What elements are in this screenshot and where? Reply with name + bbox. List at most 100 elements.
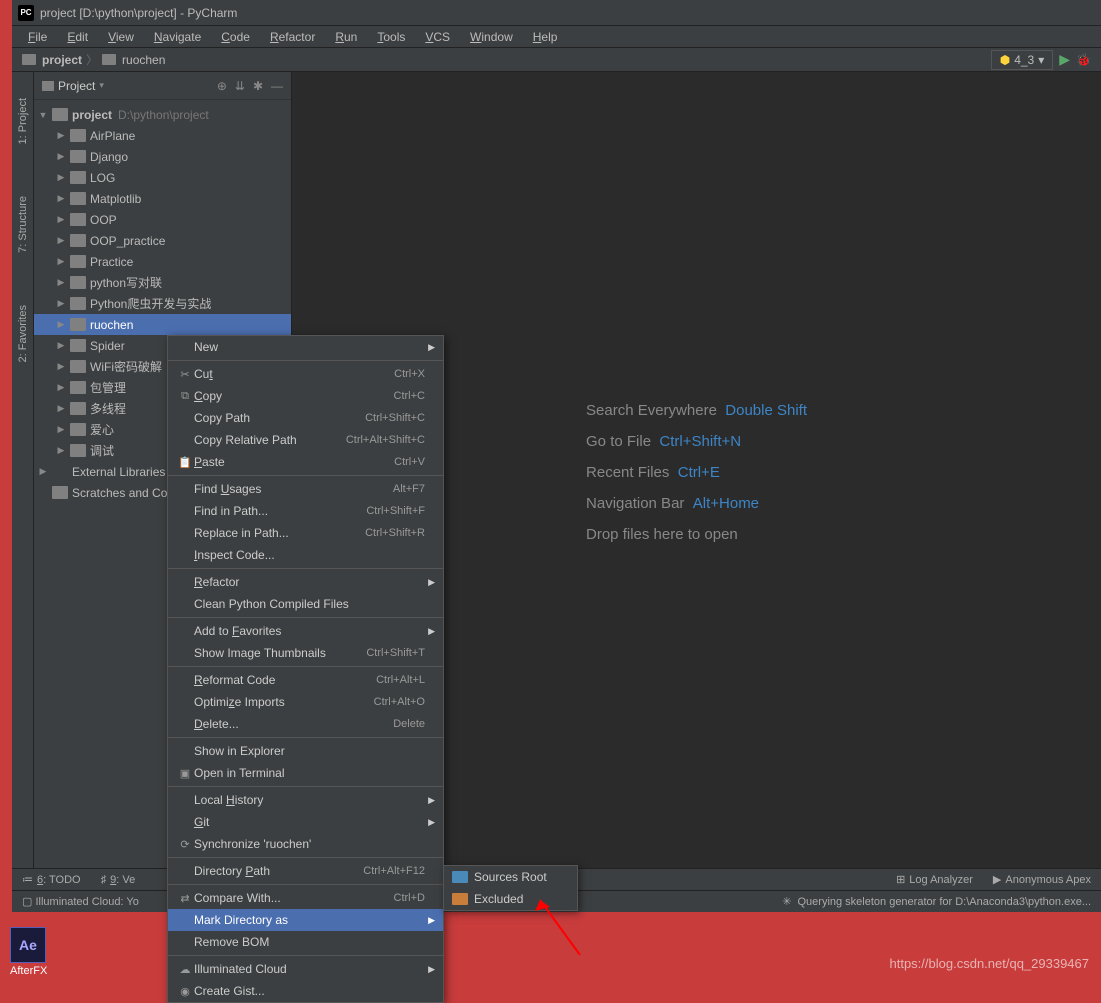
menu-item-cut[interactable]: ✂CutCtrl+X [168, 363, 443, 385]
menu-item-find-in-path-[interactable]: Find in Path...Ctrl+Shift+F [168, 500, 443, 522]
mark-directory-submenu[interactable]: Sources RootExcluded [443, 865, 578, 911]
menu-item-new[interactable]: New▶ [168, 336, 443, 358]
expand-arrow-icon[interactable] [56, 361, 66, 372]
submenu-arrow-icon: ▶ [425, 795, 435, 806]
menu-item-remove-bom[interactable]: Remove BOM [168, 931, 443, 953]
menu-item-inspect-code-[interactable]: Inspect Code... [168, 544, 443, 566]
menu-view[interactable]: View [100, 28, 142, 46]
tree-item[interactable]: Practice [34, 251, 291, 272]
tree-item[interactable]: Python爬虫开发与实战 [34, 293, 291, 314]
expand-arrow-icon[interactable] [56, 403, 66, 414]
breadcrumb[interactable]: project 〉 ruochen [22, 51, 165, 68]
tree-item[interactable]: OOP_practice [34, 230, 291, 251]
tool-tab[interactable]: 7: Structure [15, 190, 31, 259]
menu-item-local-history[interactable]: Local History▶ [168, 789, 443, 811]
bottom-tab[interactable]: ♯ 9: Ve [101, 874, 136, 886]
menu-item-label: Mark Directory as [194, 913, 425, 927]
tool-tab[interactable]: 1: Project [15, 92, 31, 150]
context-menu[interactable]: New▶ ✂CutCtrl+X⧉CopyCtrl+CCopy PathCtrl+S… [167, 335, 444, 1003]
menu-item-icon: ✂ [176, 368, 194, 381]
tree-item[interactable]: OOP [34, 209, 291, 230]
submenu-item-excluded[interactable]: Excluded [444, 888, 577, 910]
tool-tab[interactable]: 2: Favorites [15, 299, 31, 368]
expand-arrow-icon[interactable] [56, 130, 66, 141]
expand-arrow-icon[interactable] [56, 277, 66, 288]
tree-item[interactable]: projectD:\python\project [34, 104, 291, 125]
run-button[interactable]: ▶ [1059, 51, 1070, 68]
folder-icon [70, 297, 86, 310]
menu-item-create-gist-[interactable]: ◉Create Gist... [168, 980, 443, 1002]
expand-arrow-icon[interactable] [56, 298, 66, 309]
menu-navigate[interactable]: Navigate [146, 28, 209, 46]
tree-item[interactable]: ruochen [34, 314, 291, 335]
menu-item-directory-path[interactable]: Directory PathCtrl+Alt+F12 [168, 860, 443, 882]
menu-edit[interactable]: Edit [59, 28, 96, 46]
breadcrumb-child[interactable]: ruochen [122, 53, 165, 67]
menu-item-open-in-terminal[interactable]: ▣Open in Terminal [168, 762, 443, 784]
menu-separator [168, 360, 443, 361]
locate-icon[interactable]: ⊕ [217, 79, 227, 93]
menu-window[interactable]: Window [462, 28, 521, 46]
menu-item-show-image-thumbnails[interactable]: Show Image ThumbnailsCtrl+Shift+T [168, 642, 443, 664]
breadcrumb-root[interactable]: project [42, 53, 82, 67]
menu-item-reformat-code[interactable]: Reformat CodeCtrl+Alt+L [168, 669, 443, 691]
expand-arrow-icon[interactable] [56, 424, 66, 435]
app-label: AfterFX [10, 965, 47, 977]
menu-item-replace-in-path-[interactable]: Replace in Path...Ctrl+Shift+R [168, 522, 443, 544]
menu-vcs[interactable]: VCS [417, 28, 458, 46]
collapse-icon[interactable]: ⇊ [235, 79, 245, 93]
menu-item-refactor[interactable]: Refactor▶ [168, 571, 443, 593]
expand-arrow-icon[interactable] [56, 445, 66, 456]
menu-item-find-usages[interactable]: Find UsagesAlt+F7 [168, 478, 443, 500]
menu-item-show-in-explorer[interactable]: Show in Explorer [168, 740, 443, 762]
expand-arrow-icon[interactable] [56, 235, 66, 246]
expand-arrow-icon[interactable] [38, 466, 48, 477]
menu-item-copy[interactable]: ⧉CopyCtrl+C [168, 385, 443, 407]
menu-item-paste[interactable]: 📋PasteCtrl+V [168, 451, 443, 473]
expand-arrow-icon[interactable] [56, 256, 66, 267]
tree-item[interactable]: python写对联 [34, 272, 291, 293]
expand-arrow-icon[interactable] [56, 214, 66, 225]
expand-arrow-icon[interactable] [56, 151, 66, 162]
desktop-app-icon[interactable]: Ae AfterFX [10, 927, 47, 977]
debug-button[interactable]: 🐞 [1076, 53, 1091, 67]
menu-file[interactable]: File [20, 28, 55, 46]
expand-arrow-icon[interactable] [56, 382, 66, 393]
folder-icon [452, 893, 468, 905]
menu-code[interactable]: Code [213, 28, 258, 46]
menu-help[interactable]: Help [525, 28, 566, 46]
menu-item-label: Synchronize 'ruochen' [194, 837, 425, 851]
menu-item-optimize-imports[interactable]: Optimize ImportsCtrl+Alt+O [168, 691, 443, 713]
menu-item-clean-python-compiled-files[interactable]: Clean Python Compiled Files [168, 593, 443, 615]
menu-item-synchronize-ruochen-[interactable]: ⟳Synchronize 'ruochen' [168, 833, 443, 855]
submenu-item-sources-root[interactable]: Sources Root [444, 866, 577, 888]
bottom-tab[interactable]: ⊞ Log Analyzer [896, 873, 973, 886]
expand-arrow-icon[interactable] [56, 340, 66, 351]
tree-item[interactable]: Django [34, 146, 291, 167]
gear-icon[interactable]: ✱ [253, 79, 263, 93]
menu-item-copy-relative-path[interactable]: Copy Relative PathCtrl+Alt+Shift+C [168, 429, 443, 451]
menu-item-git[interactable]: Git▶ [168, 811, 443, 833]
bottom-tab[interactable]: ≔ 6: TODO [22, 873, 81, 886]
expand-arrow-icon[interactable] [38, 110, 48, 120]
menu-refactor[interactable]: Refactor [262, 28, 323, 46]
menu-item-copy-path[interactable]: Copy PathCtrl+Shift+C [168, 407, 443, 429]
tree-item[interactable]: Matplotlib [34, 188, 291, 209]
bottom-tab[interactable]: ▶ Anonymous Apex [993, 873, 1091, 886]
menu-item-compare-with-[interactable]: ⇄Compare With...Ctrl+D [168, 887, 443, 909]
run-config-dropdown[interactable]: ⬢ 4_3 ▾ [991, 50, 1054, 70]
minimize-icon[interactable]: — [271, 79, 283, 93]
menu-tools[interactable]: Tools [369, 28, 413, 46]
menu-run[interactable]: Run [327, 28, 365, 46]
expand-arrow-icon[interactable] [56, 193, 66, 204]
expand-arrow-icon[interactable] [56, 319, 66, 330]
tree-item[interactable]: LOG [34, 167, 291, 188]
expand-arrow-icon[interactable] [56, 172, 66, 183]
tree-item[interactable]: AirPlane [34, 125, 291, 146]
menu-item-add-to-favorites[interactable]: Add to Favorites▶ [168, 620, 443, 642]
menu-item-delete-[interactable]: Delete...Delete [168, 713, 443, 735]
panel-title[interactable]: Project ▾ [42, 79, 217, 93]
menu-separator [168, 884, 443, 885]
menu-item-mark-directory-as[interactable]: Mark Directory as▶ [168, 909, 443, 931]
folder-icon [452, 871, 468, 883]
